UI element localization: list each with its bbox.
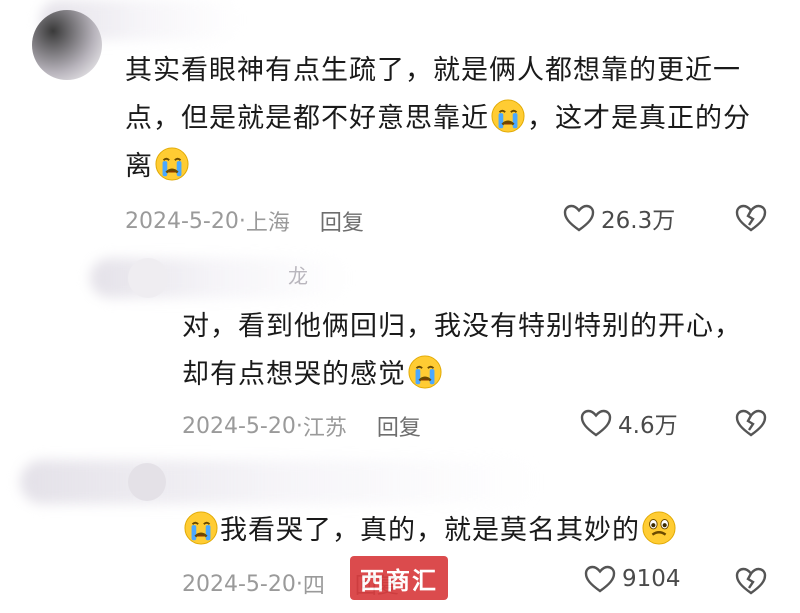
like-count: 9104	[622, 566, 681, 592]
comment-date: 2024-5-20	[182, 413, 296, 439]
broken-heart-icon	[735, 409, 767, 437]
heart-icon	[580, 409, 612, 437]
broken-heart-icon	[735, 567, 767, 595]
loudly-crying-face-icon	[155, 147, 189, 181]
heart-icon	[563, 204, 595, 232]
reply-button[interactable]: 回复	[320, 205, 364, 237]
comment-date: 2024-5-20	[182, 571, 296, 597]
comment-location: 四	[302, 574, 325, 599]
comment-text-1: 其实看眼神有点生疏了，就是俩人都想靠的更近一点，但是就是都不好意思靠近 ，这才是真…	[125, 55, 751, 182]
broken-heart-icon	[735, 204, 767, 232]
blurred-username	[20, 460, 540, 504]
dislike-button[interactable]	[735, 203, 767, 237]
avatar[interactable]	[128, 463, 166, 501]
loudly-crying-face-icon	[408, 355, 442, 389]
dislike-button[interactable]	[735, 566, 767, 600]
reply-button[interactable]: 回复	[377, 410, 421, 442]
comment-location: 江苏	[302, 416, 347, 441]
like-count: 26.3万	[601, 208, 676, 234]
comment-meta-2: 2024-5-20 · 江苏 回复	[182, 410, 421, 442]
heart-icon	[584, 565, 616, 593]
dislike-button[interactable]	[735, 408, 767, 442]
avatar[interactable]	[32, 10, 102, 80]
like-button[interactable]: 4.6万	[580, 406, 678, 440]
like-button[interactable]: 26.3万	[563, 201, 675, 235]
comment-text-3: 我看哭了，真的，就是莫名其妙的	[182, 507, 742, 555]
comment-meta-1: 2024-5-20 · 上海 回复	[125, 205, 364, 237]
face-holding-back-tears-icon	[642, 511, 676, 545]
watermark-logo: 西商汇	[350, 556, 448, 600]
comment-location: 上海	[245, 211, 290, 236]
author-name-fragment: 龙	[288, 264, 308, 288]
comment-date: 2024-5-20	[125, 208, 239, 234]
comment-text-2: 对，看到他俩回归，我没有特别特别的开心，却有点想哭的感觉	[182, 311, 742, 390]
loudly-crying-face-icon	[491, 99, 525, 133]
like-count: 4.6万	[618, 413, 678, 439]
loudly-crying-face-icon	[184, 511, 218, 545]
like-button[interactable]: 9104	[584, 564, 681, 594]
avatar[interactable]	[128, 258, 168, 298]
